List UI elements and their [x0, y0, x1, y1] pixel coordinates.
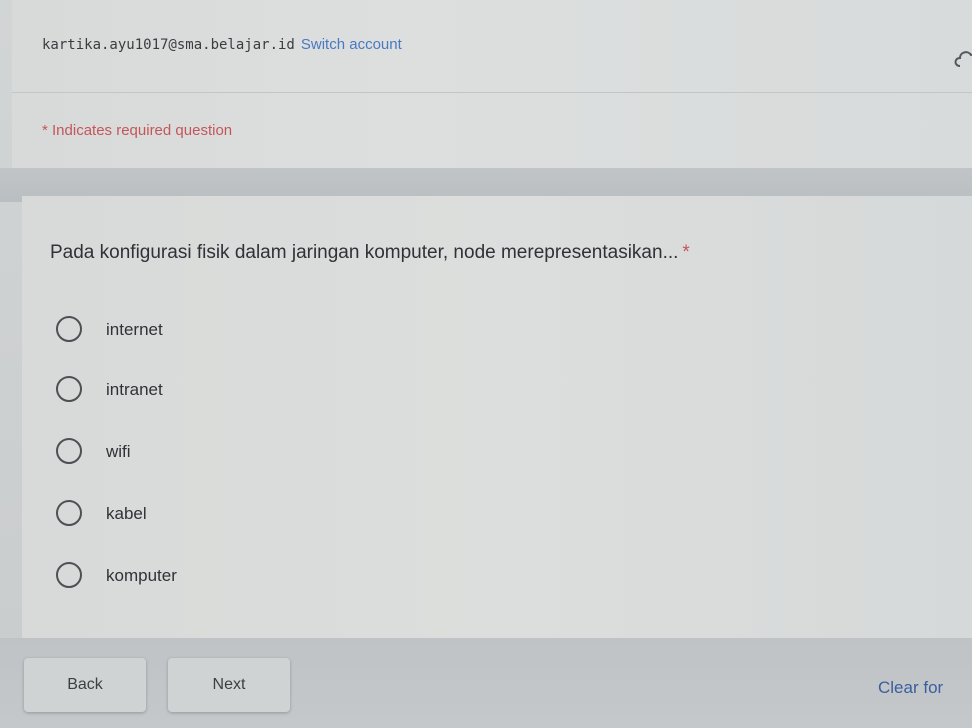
cloud-icon: [954, 51, 972, 67]
account-email: kartika.ayu1017@sma.belajar.id: [42, 37, 295, 53]
option-intranet[interactable]: intranet: [56, 374, 356, 404]
question-text: Pada konfigurasi fisik dalam jaringan ko…: [50, 242, 679, 263]
radio-button[interactable]: [56, 316, 82, 342]
header-card: kartika.ayu1017@sma.belajar.id Switch acc…: [12, 0, 972, 168]
option-wifi[interactable]: wifi: [56, 436, 356, 466]
radio-button[interactable]: [56, 500, 82, 526]
option-internet[interactable]: internet: [56, 314, 356, 344]
option-label: internet: [106, 320, 163, 339]
option-kabel[interactable]: kabel: [56, 498, 356, 528]
radio-button[interactable]: [56, 376, 82, 402]
radio-button[interactable]: [56, 562, 82, 588]
next-button[interactable]: Next: [168, 658, 290, 712]
back-button[interactable]: Back: [24, 658, 146, 712]
required-star: *: [682, 242, 690, 263]
question-title: Pada konfigurasi fisik dalam jaringan ko…: [50, 242, 690, 264]
option-label: komputer: [106, 566, 177, 585]
question-card: Pada konfigurasi fisik dalam jaringan ko…: [22, 196, 972, 638]
account-row: kartika.ayu1017@sma.belajar.id Switch acc…: [42, 36, 402, 53]
option-label: intranet: [106, 380, 163, 399]
required-note: * Indicates required question: [42, 122, 233, 139]
clear-form-link[interactable]: Clear for: [878, 678, 943, 698]
switch-account-link[interactable]: Switch account: [301, 36, 402, 53]
radio-button[interactable]: [56, 438, 82, 464]
header-divider: [12, 92, 972, 93]
option-label: kabel: [106, 504, 147, 523]
option-label: wifi: [106, 442, 131, 461]
option-komputer[interactable]: komputer: [56, 560, 356, 590]
